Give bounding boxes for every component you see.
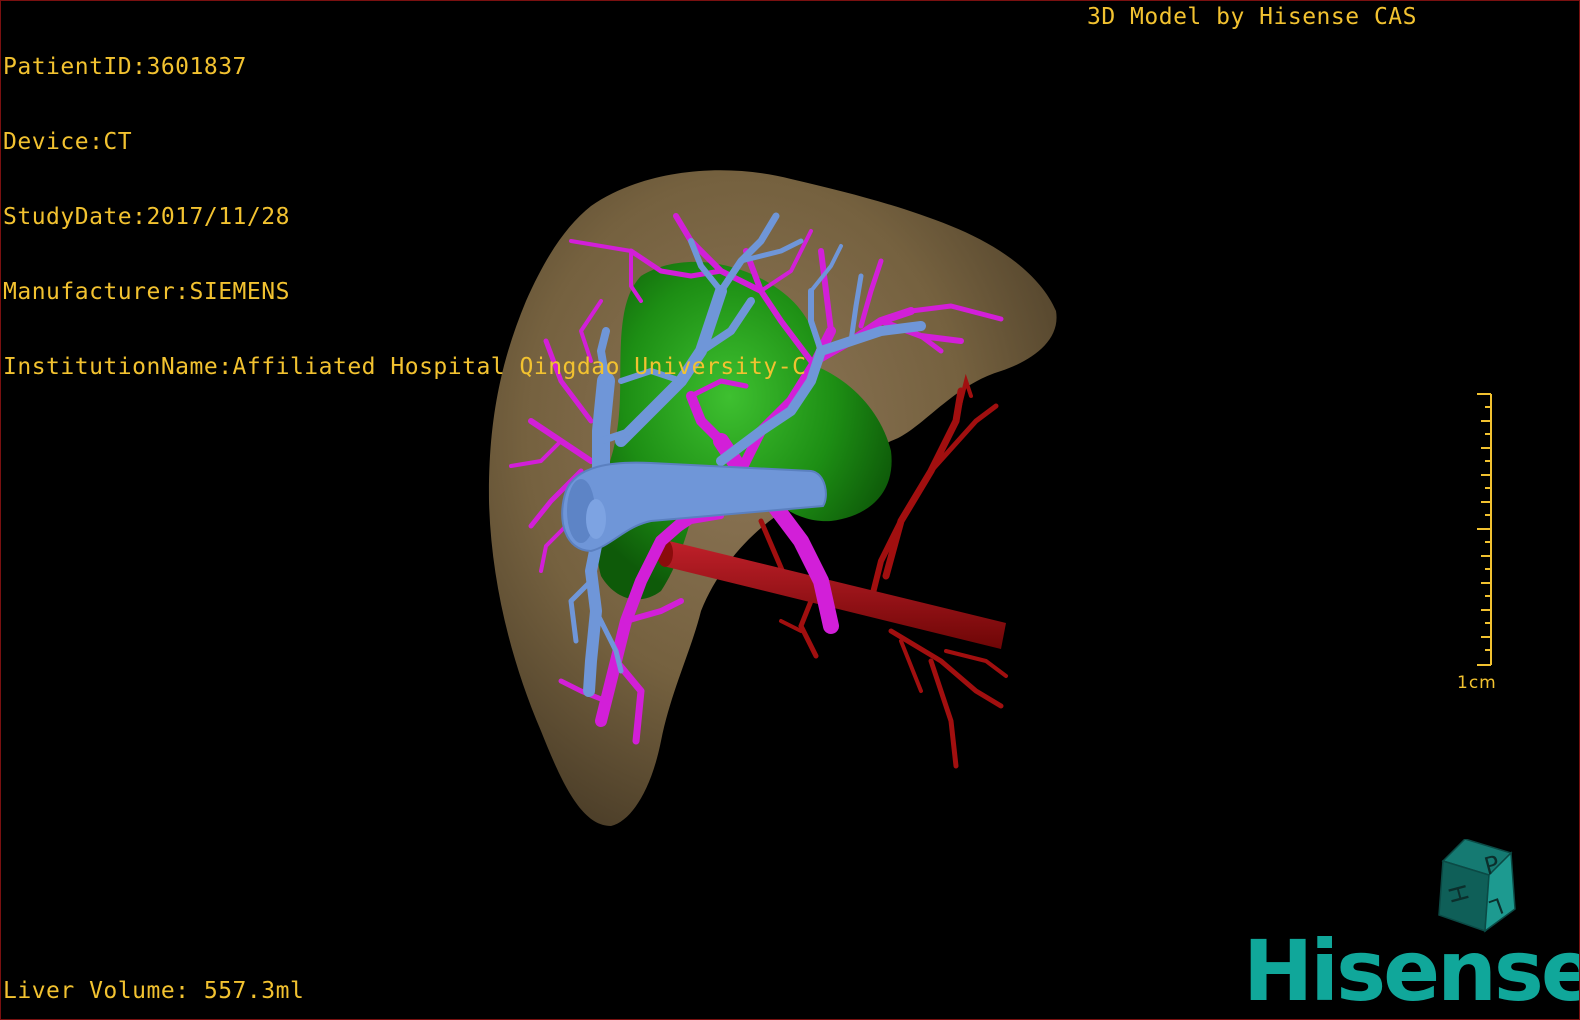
scale-bar-label: 1cm: [1457, 673, 1497, 693]
institution-name-label: InstitutionName:Affiliated Hospital Qing…: [3, 354, 807, 380]
study-date-label: StudyDate:2017/11/28: [3, 204, 290, 230]
device-label: Device:CT: [3, 129, 133, 155]
model-credit-label: 3D Model by Hisense CAS: [1087, 4, 1417, 30]
dicom-info-panel: PatientID:3601837 Device:CT StudyDate:20…: [3, 5, 806, 430]
hisense-logo: Hisense: [1243, 922, 1580, 1020]
manufacturer-label: Manufacturer:SIEMENS: [3, 279, 290, 305]
patient-id-label: PatientID:3601837: [3, 54, 247, 80]
3d-viewport[interactable]: PatientID:3601837 Device:CT StudyDate:20…: [0, 0, 1580, 1020]
ivc-opening-inner: [586, 499, 606, 539]
scale-bar: [1477, 393, 1492, 666]
liver-volume-label: Liver Volume: 557.3ml: [3, 978, 305, 1004]
